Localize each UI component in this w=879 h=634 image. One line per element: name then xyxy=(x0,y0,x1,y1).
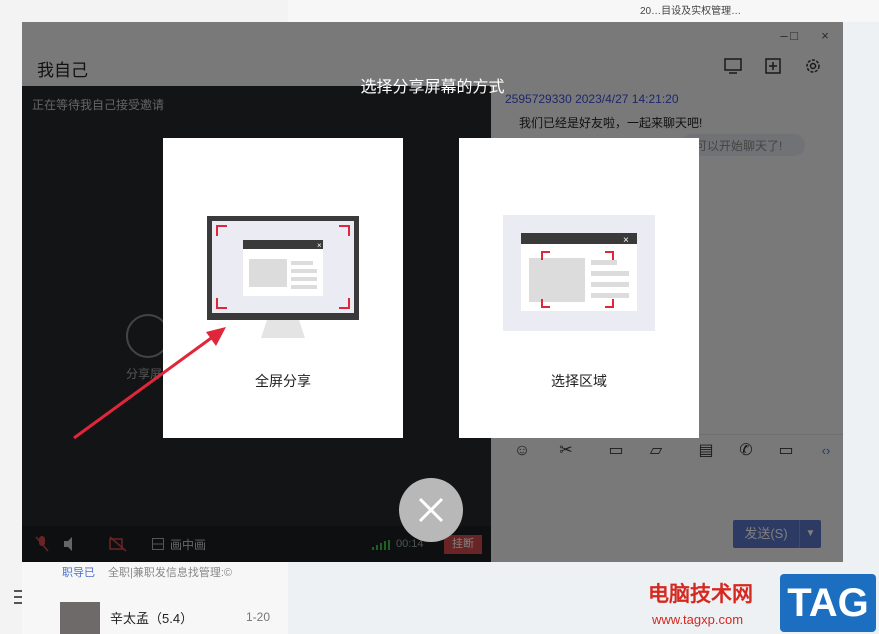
annotation-arrow xyxy=(73,327,226,440)
watermark: 电脑技术网 www.tagxp.com TAG xyxy=(640,572,879,634)
watermark-title: 电脑技术网 xyxy=(648,583,753,606)
watermark-tag-logo: TAG xyxy=(780,574,876,632)
watermark-url: www.tagxp.com xyxy=(652,612,744,627)
